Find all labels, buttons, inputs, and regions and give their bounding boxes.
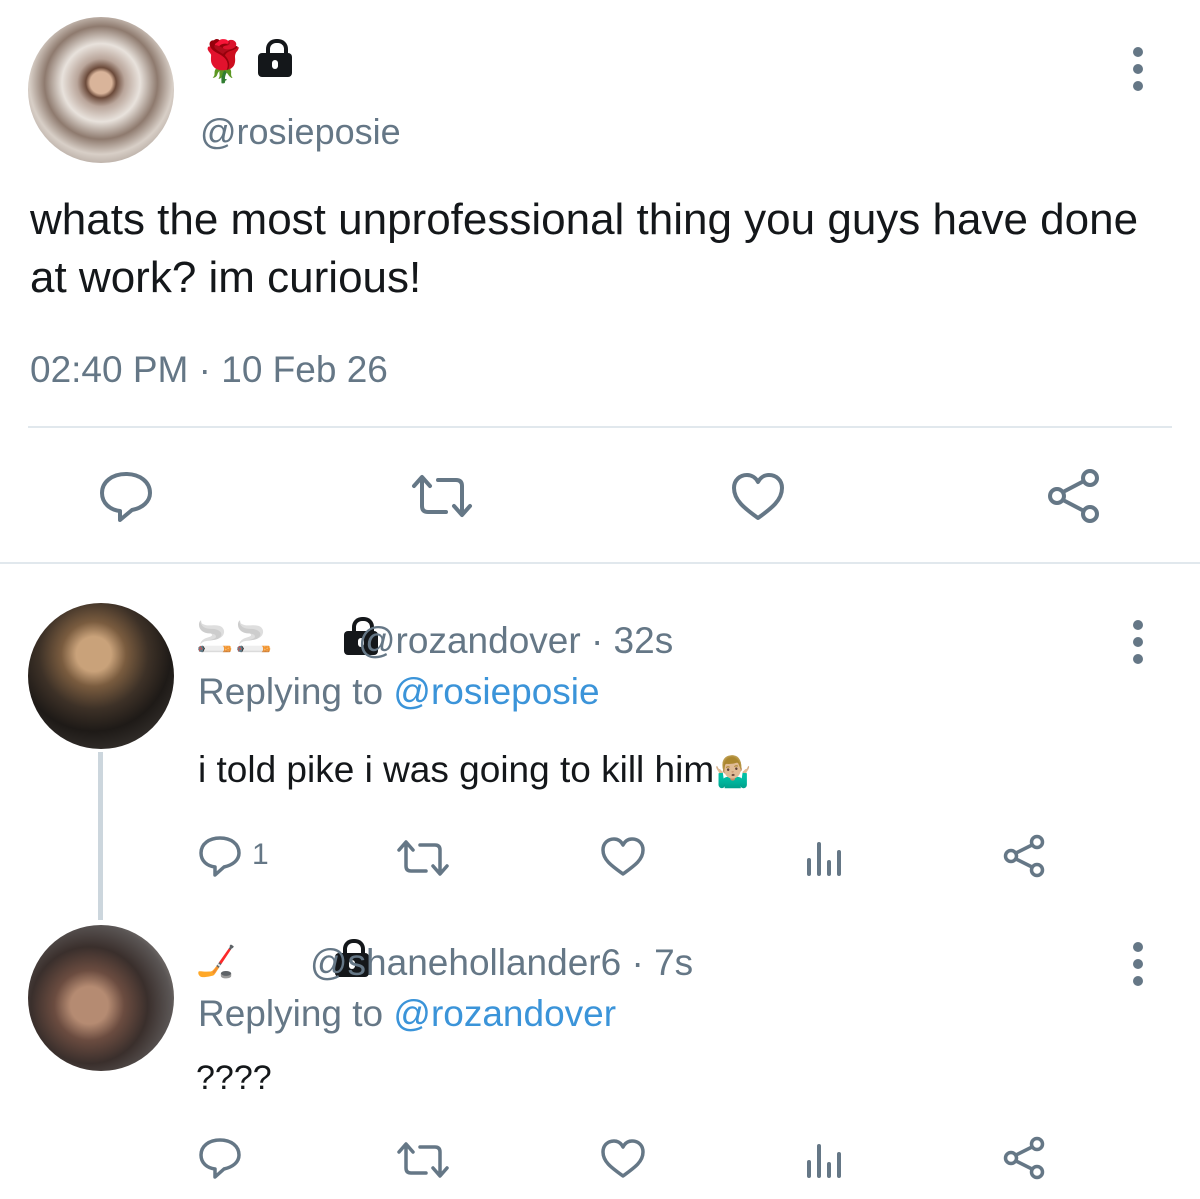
like-icon[interactable] [600,1138,646,1180]
reply-handle[interactable]: @rozandover [358,620,581,661]
share-icon[interactable] [1002,1136,1046,1180]
replying-mention[interactable]: @rosieposie [393,671,599,712]
more-options-icon[interactable] [1133,942,1143,993]
reply-count: 1 [252,838,269,871]
reply-text-body: i told pike i was going to kill him [198,749,715,790]
reply-handle[interactable]: @shanehollander6 [310,942,621,983]
reply-header[interactable]: @rozandover · 32s [358,620,673,662]
retweet-icon[interactable] [410,472,474,520]
replying-to: Replying to @rozandover [198,993,616,1035]
reply-text: ???? [196,1059,272,1097]
like-icon[interactable] [600,836,646,878]
analytics-icon[interactable] [804,838,844,878]
avatar-rozandover[interactable] [28,603,174,749]
tweet-timestamp[interactable]: 02:40 PM · 10 Feb 26 [30,349,388,391]
thread-line [98,752,103,920]
analytics-icon[interactable] [804,1140,844,1180]
avatar-shanehollander6[interactable] [28,925,174,1071]
rose-emoji: 🌹 [198,40,248,84]
reply-header[interactable]: @shanehollander6 · 7s [310,942,693,984]
retweet-icon[interactable] [396,838,450,878]
lock-icon [258,39,292,77]
divider [28,426,1172,428]
reply-icon[interactable] [98,468,154,524]
cigarette-emoji: 🚬🚬 [196,621,275,654]
share-icon[interactable] [1002,834,1046,878]
reply-text: i told pike i was going to kill him🤷🏼‍♂️ [198,749,752,791]
reply-time: · 32s [590,620,674,661]
tweet-text: whats the most unprofessional thing you … [30,195,1139,302]
reply-icon[interactable] [198,834,242,878]
more-options-icon[interactable] [1133,47,1143,98]
divider [0,562,1200,564]
replying-label: Replying to [198,671,384,712]
more-options-icon[interactable] [1133,620,1143,671]
replying-mention[interactable]: @rozandover [393,993,616,1034]
like-icon[interactable] [730,472,786,522]
retweet-icon[interactable] [396,1140,450,1180]
hockey-stick-emoji: 🏒 [196,943,236,979]
reply-time: · 7s [631,942,694,983]
tweet-handle[interactable]: @rosieposie [200,111,401,153]
reply-icon[interactable] [198,1136,242,1180]
shrug-emoji: 🤷🏼‍♂️ [714,756,752,789]
replying-label: Replying to [198,993,384,1034]
avatar-rosieposie[interactable] [28,17,174,163]
share-icon[interactable] [1046,468,1102,524]
replying-to: Replying to @rosieposie [198,671,600,713]
